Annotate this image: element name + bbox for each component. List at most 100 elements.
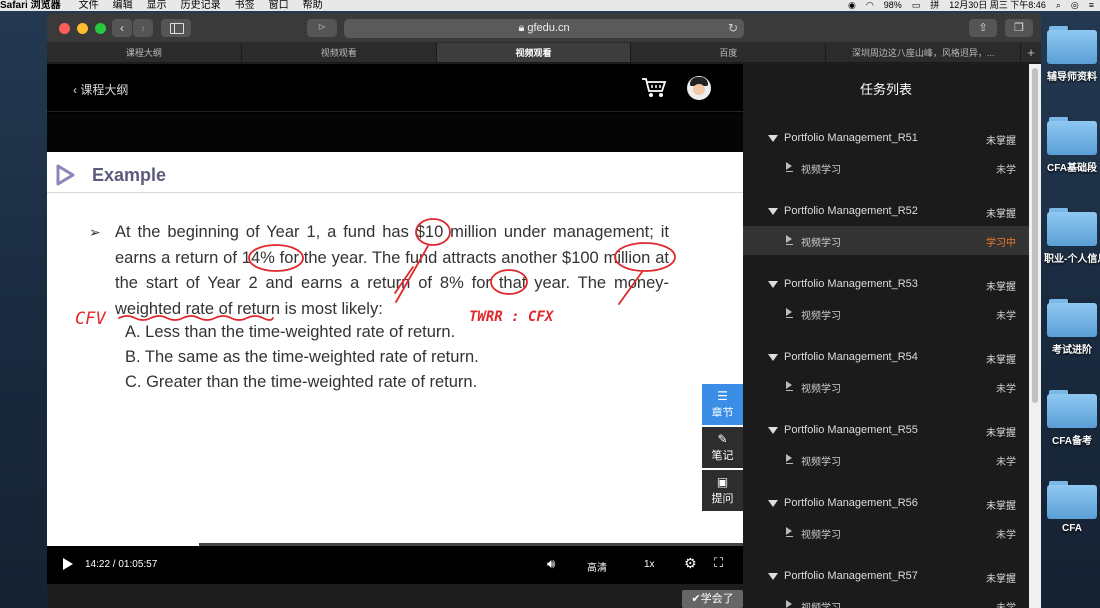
lesson-item[interactable]: 视频学习 未学 — [743, 299, 1029, 328]
browser-toolbar: ‹ › ⊳ 🔒︎ gfedu.cn ↻ ⇧ ❐ — [47, 13, 1041, 43]
question-text: At the beginning of Year 1, a fund has $… — [115, 223, 669, 318]
triangle-down-icon — [768, 354, 778, 361]
quality-selector[interactable]: 高清 — [587, 559, 607, 574]
input-method-icon[interactable]: 拼 — [930, 0, 939, 11]
chapter-header[interactable]: Portfolio Management_R56 未掌握 — [743, 489, 1029, 518]
extension-button[interactable]: ⊳ — [307, 19, 337, 37]
speed-selector[interactable]: 1x — [644, 559, 655, 570]
course-logo-icon — [56, 164, 75, 186]
desktop-folder[interactable]: 职业-个人信息 — [1044, 208, 1100, 265]
triangle-down-icon — [768, 281, 778, 288]
lesson-status: 学习中 — [986, 238, 1016, 249]
wifi-icon[interactable]: ◠ — [866, 0, 874, 11]
tab-video-active[interactable]: 视频观看 — [436, 43, 632, 62]
spotlight-icon[interactable]: ⌕ — [1056, 0, 1061, 11]
menu-window[interactable]: 窗口 — [269, 0, 289, 11]
chapter-header[interactable]: Portfolio Management_R55 未掌握 — [743, 416, 1029, 445]
address-bar[interactable]: 🔒︎ gfedu.cn ↻ — [344, 19, 744, 38]
lesson-status: 未学 — [996, 165, 1016, 176]
menu-help[interactable]: 帮助 — [303, 0, 323, 11]
folder-label: CFA基础段 — [1047, 163, 1097, 174]
video-play-icon — [786, 454, 793, 464]
scrollbar-thumb[interactable] — [1032, 68, 1038, 403]
siri-icon[interactable]: ◎ — [1071, 0, 1079, 11]
menu-file[interactable]: 文件 — [79, 0, 99, 11]
lesson-item[interactable]: 视频学习 未学 — [743, 518, 1029, 547]
back-button[interactable]: ‹ — [112, 19, 132, 37]
notes-button[interactable]: ✎ 笔记 — [702, 427, 743, 468]
chapter-status: 未掌握 — [986, 355, 1016, 366]
desktop-folder[interactable]: CFA — [1044, 481, 1100, 534]
triangle-down-icon — [768, 208, 778, 215]
new-tab-button[interactable]: + — [1021, 43, 1041, 62]
close-window-button[interactable] — [59, 23, 70, 34]
menu-bookmarks[interactable]: 书签 — [235, 0, 255, 11]
chapter-header[interactable]: Portfolio Management_R53 未掌握 — [743, 270, 1029, 299]
playback-time: 14:22 / 01:05:57 — [85, 559, 158, 570]
desktop-folder[interactable]: CFA基础段 — [1044, 117, 1100, 174]
show-tabs-button[interactable]: ❐ — [1005, 19, 1033, 37]
avatar[interactable] — [687, 76, 711, 100]
video-play-icon — [786, 162, 793, 172]
battery-icon[interactable]: ▭ — [912, 0, 921, 11]
lesson-status: 未学 — [996, 384, 1016, 395]
chapter-item: Portfolio Management_R53 未掌握 视频学习 未学 — [743, 270, 1029, 343]
pencil-icon: ✎ — [717, 432, 728, 446]
minimize-window-button[interactable] — [77, 23, 88, 34]
mark-learned-button[interactable]: ✔学会了 — [682, 590, 743, 608]
lesson-status: 未学 — [996, 530, 1016, 541]
desktop-folder[interactable]: 考试进阶 — [1044, 299, 1100, 356]
learned-label: 学会了 — [700, 593, 734, 605]
tab-baidu[interactable]: 百度 — [631, 43, 827, 62]
lesson-item[interactable]: 视频学习 未学 — [743, 153, 1029, 182]
share-button[interactable]: ⇧ — [969, 19, 997, 37]
question-block: ➢ At the beginning of Year 1, a fund has… — [89, 220, 669, 322]
folder-icon — [1047, 299, 1097, 337]
lesson-item[interactable]: 视频学习 未学 — [743, 372, 1029, 401]
menu-edit[interactable]: 编辑 — [113, 0, 133, 11]
chapter-item: Portfolio Management_R52 未掌握 视频学习 学习中 — [743, 197, 1029, 270]
reload-icon[interactable]: ↻ — [728, 19, 738, 38]
volume-icon[interactable]: 🔊︎ — [547, 556, 555, 572]
back-to-outline-link[interactable]: ‹ 课程大纲 — [73, 81, 128, 98]
tab-course-outline[interactable]: 课程大纲 — [47, 43, 242, 62]
option-c: C. Greater than the time-weighted rate o… — [125, 373, 478, 391]
forward-button[interactable]: › — [133, 19, 153, 37]
slide-title: Example — [92, 165, 167, 185]
menu-app-name[interactable]: Safari 浏览器 — [0, 0, 61, 11]
clock[interactable]: 12月30日 周三 下午8:46 — [949, 0, 1046, 11]
desktop-folder[interactable]: CFA备考 — [1044, 390, 1100, 447]
lesson-item[interactable]: 视频学习 学习中 — [743, 226, 1029, 255]
chapter-item: Portfolio Management_R51 未掌握 视频学习 未学 — [743, 124, 1029, 197]
chapter-header[interactable]: Portfolio Management_R51 未掌握 — [743, 124, 1029, 153]
lesson-item[interactable]: 视频学习 未学 — [743, 445, 1029, 474]
cart-icon[interactable] — [641, 77, 667, 99]
fullscreen-icon[interactable]: ⛶ — [714, 555, 723, 571]
gear-icon[interactable]: ⚙ — [684, 555, 697, 572]
menu-view[interactable]: 显示 — [147, 0, 167, 11]
task-panel: 任务列表 Portfolio Management_R51 未掌握 视频学习 未学 Po… — [743, 64, 1029, 608]
lecture-slide: Example ➢ At the beginning of Year 1, a … — [47, 152, 743, 543]
tab-shenzhen-article[interactable]: 深圳周边这八座山峰，风格迥异，... — [826, 43, 1021, 62]
chapter-header[interactable]: Portfolio Management_R54 未掌握 — [743, 343, 1029, 372]
chapter-status: 未掌握 — [986, 428, 1016, 439]
desktop-folder[interactable]: 辅导师资料 — [1044, 26, 1100, 83]
lesson-item[interactable]: 视频学习 未学 — [743, 591, 1029, 608]
play-icon[interactable] — [63, 558, 73, 570]
wechat-icon[interactable]: ◉ — [848, 0, 856, 11]
chapters-button[interactable]: ☰ 章节 — [702, 384, 743, 425]
chapter-header[interactable]: Portfolio Management_R57 未掌握 — [743, 562, 1029, 591]
page-scrollbar[interactable] — [1029, 64, 1041, 608]
ask-label: 提问 — [711, 493, 734, 505]
chapter-header[interactable]: Portfolio Management_R52 未掌握 — [743, 197, 1029, 226]
tab-video-1[interactable]: 视频观看 — [242, 43, 437, 62]
zoom-window-button[interactable] — [95, 23, 106, 34]
ask-question-button[interactable]: ▣ 提问 — [702, 470, 743, 511]
sidebar-toggle-button[interactable] — [161, 19, 191, 37]
notification-center-icon[interactable]: ≡ — [1089, 0, 1094, 11]
menu-history[interactable]: 历史记录 — [181, 0, 221, 11]
chapter-item: Portfolio Management_R57 未掌握视频学习 未学 — [743, 562, 1029, 608]
chapter-name: Portfolio Management_R52 — [784, 205, 918, 217]
chapter-name: Portfolio Management_R57 — [784, 570, 918, 582]
triangle-down-icon — [768, 500, 778, 507]
